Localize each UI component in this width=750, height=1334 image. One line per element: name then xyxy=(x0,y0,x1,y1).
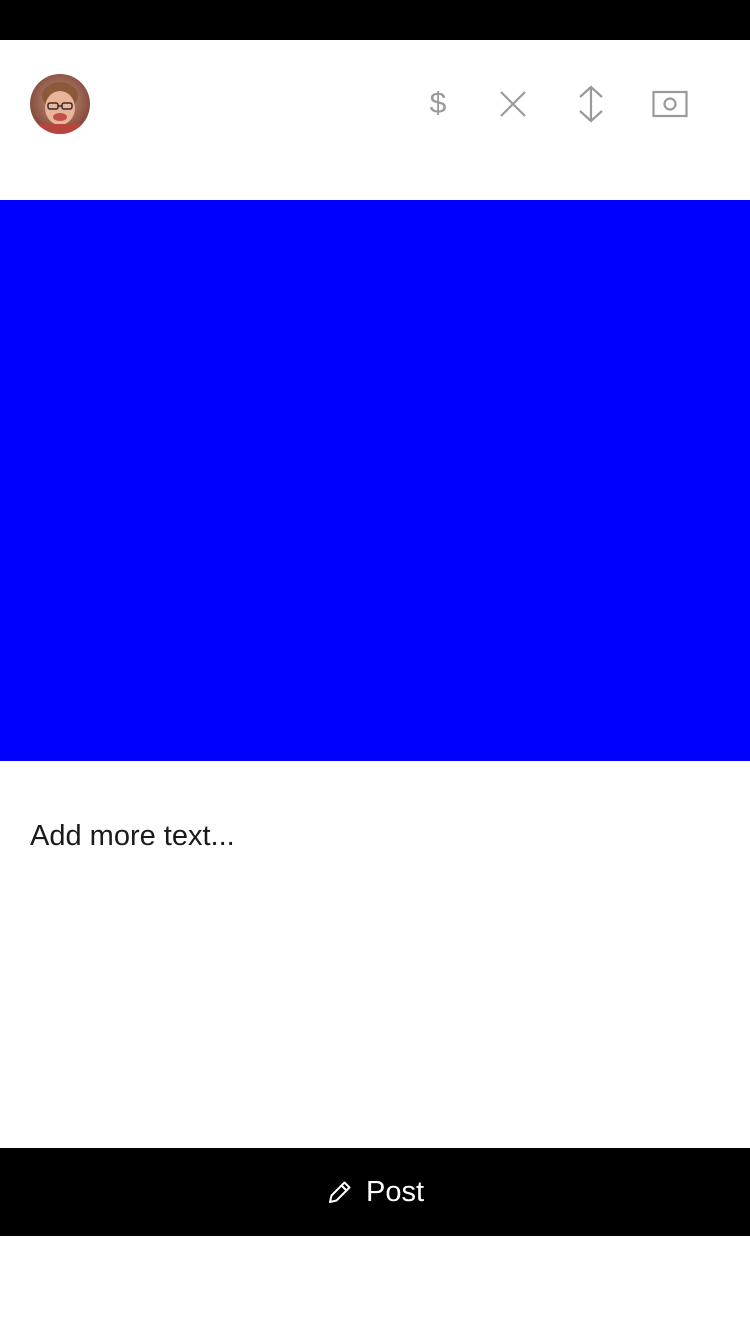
dollar-icon: $ xyxy=(429,87,447,120)
pencil-icon xyxy=(328,1181,351,1203)
add-text-field[interactable]: Add more text... xyxy=(30,810,720,1110)
close-icon xyxy=(500,91,526,117)
status-bar xyxy=(0,0,750,40)
close-button[interactable] xyxy=(489,80,537,128)
avatar-image xyxy=(30,74,90,134)
post-header: $ xyxy=(0,40,750,200)
media-block[interactable] xyxy=(0,200,750,761)
avatar[interactable] xyxy=(30,74,90,134)
camera-button[interactable] xyxy=(646,80,694,128)
resize-button[interactable] xyxy=(567,80,615,128)
post-button[interactable]: Post xyxy=(0,1148,750,1236)
dollar-button[interactable]: $ xyxy=(414,80,462,128)
vertical-resize-icon xyxy=(579,85,603,123)
post-button-label: Post xyxy=(365,1175,425,1208)
post-button-content: Post xyxy=(326,1176,424,1209)
camera-icon xyxy=(652,90,688,118)
